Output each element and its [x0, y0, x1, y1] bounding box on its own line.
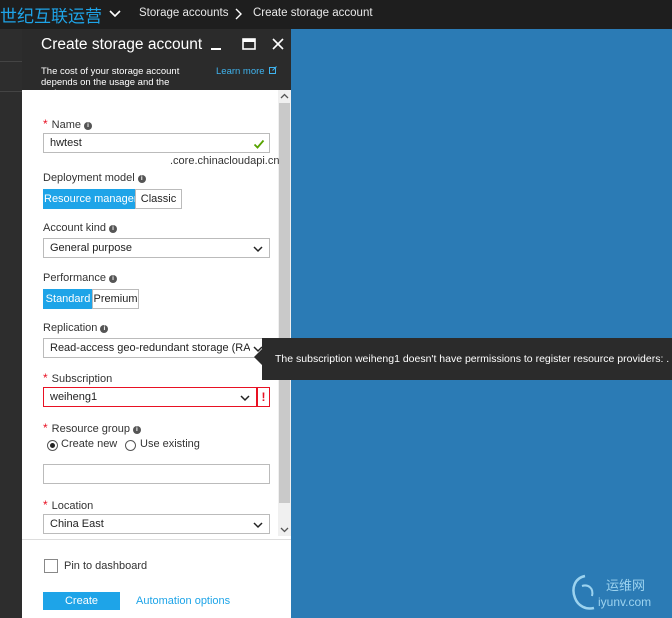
deployment-model-label-text: Deployment model — [43, 172, 135, 184]
chevron-down-icon — [240, 395, 250, 402]
brand-logo-text: 世纪互联运营 — [0, 7, 102, 27]
top-bar: 世纪互联运营 Storage accounts Create storage a… — [0, 0, 672, 29]
name-input[interactable]: hwtest — [43, 133, 270, 153]
name-input-value: hwtest — [50, 137, 82, 149]
replication-select[interactable]: Read-access geo-redundant storage (RA-..… — [43, 338, 270, 358]
scrollbar-thumb[interactable] — [279, 103, 290, 503]
info-icon[interactable]: i — [137, 175, 146, 183]
pin-to-dashboard-checkbox[interactable] — [44, 559, 58, 573]
watermark-text-domain: iyunv.com — [598, 595, 652, 609]
deployment-classic-option[interactable]: Classic — [135, 189, 182, 209]
info-icon[interactable]: i — [108, 275, 117, 283]
performance-premium-option[interactable]: Premium — [92, 289, 139, 309]
left-nav-rail — [0, 29, 22, 618]
watermark-text-cn: 运维网 — [606, 579, 646, 594]
external-link-icon — [269, 66, 278, 74]
required-asterisk: * — [43, 371, 48, 385]
subscription-select[interactable]: weiheng1 — [43, 387, 257, 407]
location-select[interactable]: China East — [43, 514, 270, 534]
maximize-icon[interactable] — [241, 36, 257, 52]
info-icon[interactable]: i — [108, 225, 117, 233]
performance-standard-option[interactable]: Standard — [43, 289, 93, 309]
watermark-logo: 运维网 iyunv.com — [566, 572, 672, 618]
pin-to-dashboard-label[interactable]: Pin to dashboard — [64, 560, 147, 572]
minimize-icon[interactable] — [208, 36, 224, 52]
required-asterisk: * — [43, 498, 48, 512]
account-kind-select[interactable]: General purpose — [43, 238, 270, 258]
chevron-down-icon — [253, 522, 263, 529]
menu-chevron-down-icon[interactable] — [108, 7, 122, 21]
subscription-label-text: Subscription — [51, 373, 113, 385]
use-existing-label[interactable]: Use existing — [140, 438, 200, 450]
info-icon[interactable]: i — [84, 122, 93, 130]
info-icon[interactable]: i — [100, 325, 109, 333]
breadcrumb-chevron-right-icon — [235, 8, 242, 20]
footer-divider — [22, 539, 291, 540]
learn-more-link[interactable]: Learn more — [216, 66, 278, 77]
required-asterisk: * — [43, 421, 48, 435]
location-label-text: Location — [51, 500, 94, 512]
performance-label: Performance i — [43, 272, 117, 284]
account-kind-label-text: Account kind — [43, 222, 106, 234]
name-label-text: Name — [51, 119, 82, 131]
error-icon[interactable]: ! — [257, 387, 270, 407]
deployment-model-label: Deployment model i — [43, 172, 146, 184]
replication-label: Replication i — [43, 322, 109, 334]
required-asterisk: * — [43, 117, 48, 131]
subscription-value: weiheng1 — [50, 391, 98, 403]
resource-group-label-text: Resource group — [51, 423, 130, 435]
automation-options-link[interactable]: Automation options — [136, 595, 230, 607]
breadcrumb-create-storage-account[interactable]: Create storage account — [253, 7, 373, 19]
create-storage-account-blade: Create storage account The cost of your … — [22, 29, 291, 618]
resource-group-input[interactable] — [43, 464, 270, 484]
chevron-down-icon — [253, 246, 263, 253]
breadcrumb-storage-accounts[interactable]: Storage accounts — [139, 7, 229, 19]
blade-description: The cost of your storage account depends… — [41, 66, 180, 99]
rail-divider — [0, 91, 22, 92]
location-value: China East — [50, 518, 104, 530]
subscription-label: * Subscription — [43, 371, 112, 385]
rail-divider — [0, 61, 22, 62]
subscription-error-tooltip: The subscription weiheng1 doesn't have p… — [262, 338, 672, 380]
account-kind-label: Account kind i — [43, 222, 117, 234]
blade-scrollbar[interactable] — [278, 90, 291, 536]
valid-check-icon — [253, 139, 265, 149]
scroll-down-arrow-icon[interactable] — [280, 525, 289, 534]
performance-label-text: Performance — [43, 272, 106, 284]
deployment-resource-manager-option[interactable]: Resource manager — [43, 189, 138, 209]
tooltip-arrow — [254, 349, 262, 365]
close-icon[interactable] — [270, 36, 286, 52]
watermark-emblem-icon — [572, 574, 595, 610]
location-label: * Location — [43, 498, 93, 512]
replication-value: Read-access geo-redundant storage (RA-..… — [50, 342, 250, 354]
domain-suffix: .core.chinacloudapi.cn — [170, 155, 280, 167]
use-existing-radio[interactable] — [125, 440, 136, 451]
info-icon[interactable]: i — [132, 426, 141, 434]
replication-label-text: Replication — [43, 322, 98, 334]
create-new-radio[interactable] — [47, 440, 58, 451]
create-button[interactable]: Create — [43, 592, 120, 610]
account-kind-value: General purpose — [50, 242, 132, 254]
blade-title: Create storage account — [41, 36, 203, 53]
create-new-label[interactable]: Create new — [61, 438, 117, 450]
blade-header: Create storage account The cost of your … — [22, 29, 291, 99]
scroll-up-arrow-icon[interactable] — [280, 92, 289, 101]
learn-more-label: Learn more — [216, 66, 265, 77]
name-label: * Name i — [43, 117, 93, 131]
resource-group-label: * Resource group i — [43, 421, 141, 435]
